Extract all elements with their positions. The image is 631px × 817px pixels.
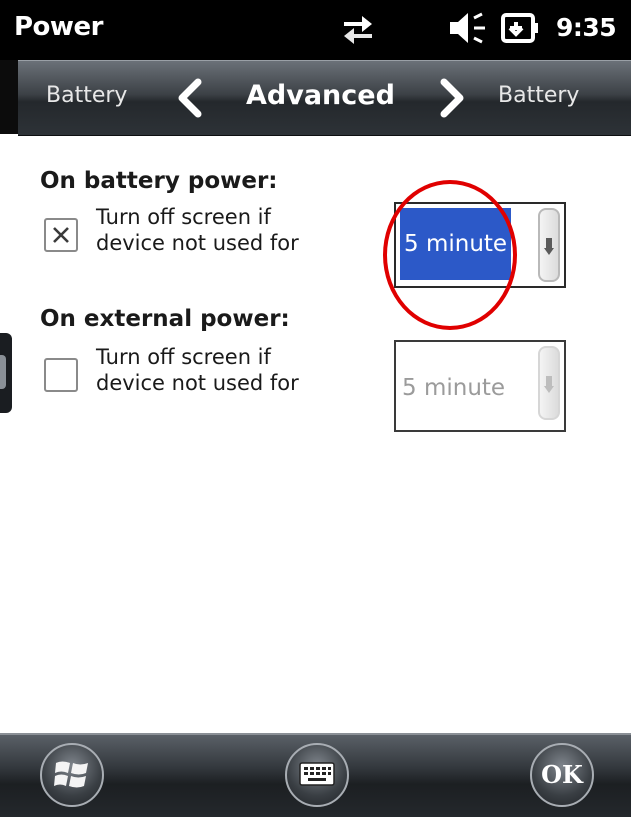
battery-label-line1: Turn off screen if — [96, 205, 271, 229]
side-pull-tab[interactable] — [0, 333, 12, 413]
external-timeout-dropdown[interactable]: 5 minute — [394, 340, 566, 432]
chevron-down-icon — [544, 238, 554, 255]
status-title: Power — [14, 12, 103, 42]
nav-prev-label[interactable]: Battery — [46, 83, 127, 108]
battery-plug-icon[interactable] — [500, 10, 542, 50]
status-bar: Power 9:35 — [0, 0, 631, 60]
page-edge — [0, 60, 18, 134]
keyboard-icon — [299, 762, 335, 786]
chevron-down-icon — [544, 376, 554, 393]
settings-nav-bar: Battery Advanced Battery — [18, 60, 631, 136]
external-screen-off-label: Turn off screen if device not used for — [96, 344, 299, 396]
external-timeout-value: 5 minute — [402, 375, 506, 401]
start-button[interactable] — [40, 743, 104, 807]
ok-button[interactable]: OK — [530, 743, 594, 807]
chevron-right-icon[interactable] — [438, 78, 466, 122]
nav-current-tab: Advanced — [246, 80, 395, 111]
status-time: 9:35 — [556, 13, 617, 42]
dropdown-arrow-button[interactable] — [538, 208, 560, 282]
battery-timeout-dropdown[interactable]: 5 minute — [394, 202, 566, 288]
ok-label: OK — [541, 760, 583, 789]
nav-next-label[interactable]: Battery — [498, 83, 579, 108]
dropdown-arrow-button-disabled[interactable] — [538, 346, 560, 420]
sync-arrows-icon — [340, 10, 376, 50]
checkmark-x-icon — [53, 227, 69, 243]
windows-logo-icon — [54, 761, 88, 788]
external-label-line1: Turn off screen if — [96, 345, 271, 369]
battery-screen-off-label: Turn off screen if device not used for — [96, 204, 299, 256]
battery-label-line2: device not used for — [96, 231, 299, 255]
softkey-bar: OK — [0, 733, 631, 817]
speaker-icon[interactable] — [448, 10, 488, 50]
battery-screen-off-checkbox[interactable] — [44, 218, 78, 252]
battery-power-heading: On battery power: — [40, 168, 278, 194]
external-screen-off-checkbox[interactable] — [44, 358, 78, 392]
external-power-heading: On external power: — [40, 306, 290, 332]
battery-timeout-value: 5 minute — [400, 208, 512, 280]
chevron-left-icon[interactable] — [176, 78, 204, 122]
external-label-line2: device not used for — [96, 371, 299, 395]
keyboard-button[interactable] — [285, 743, 349, 807]
